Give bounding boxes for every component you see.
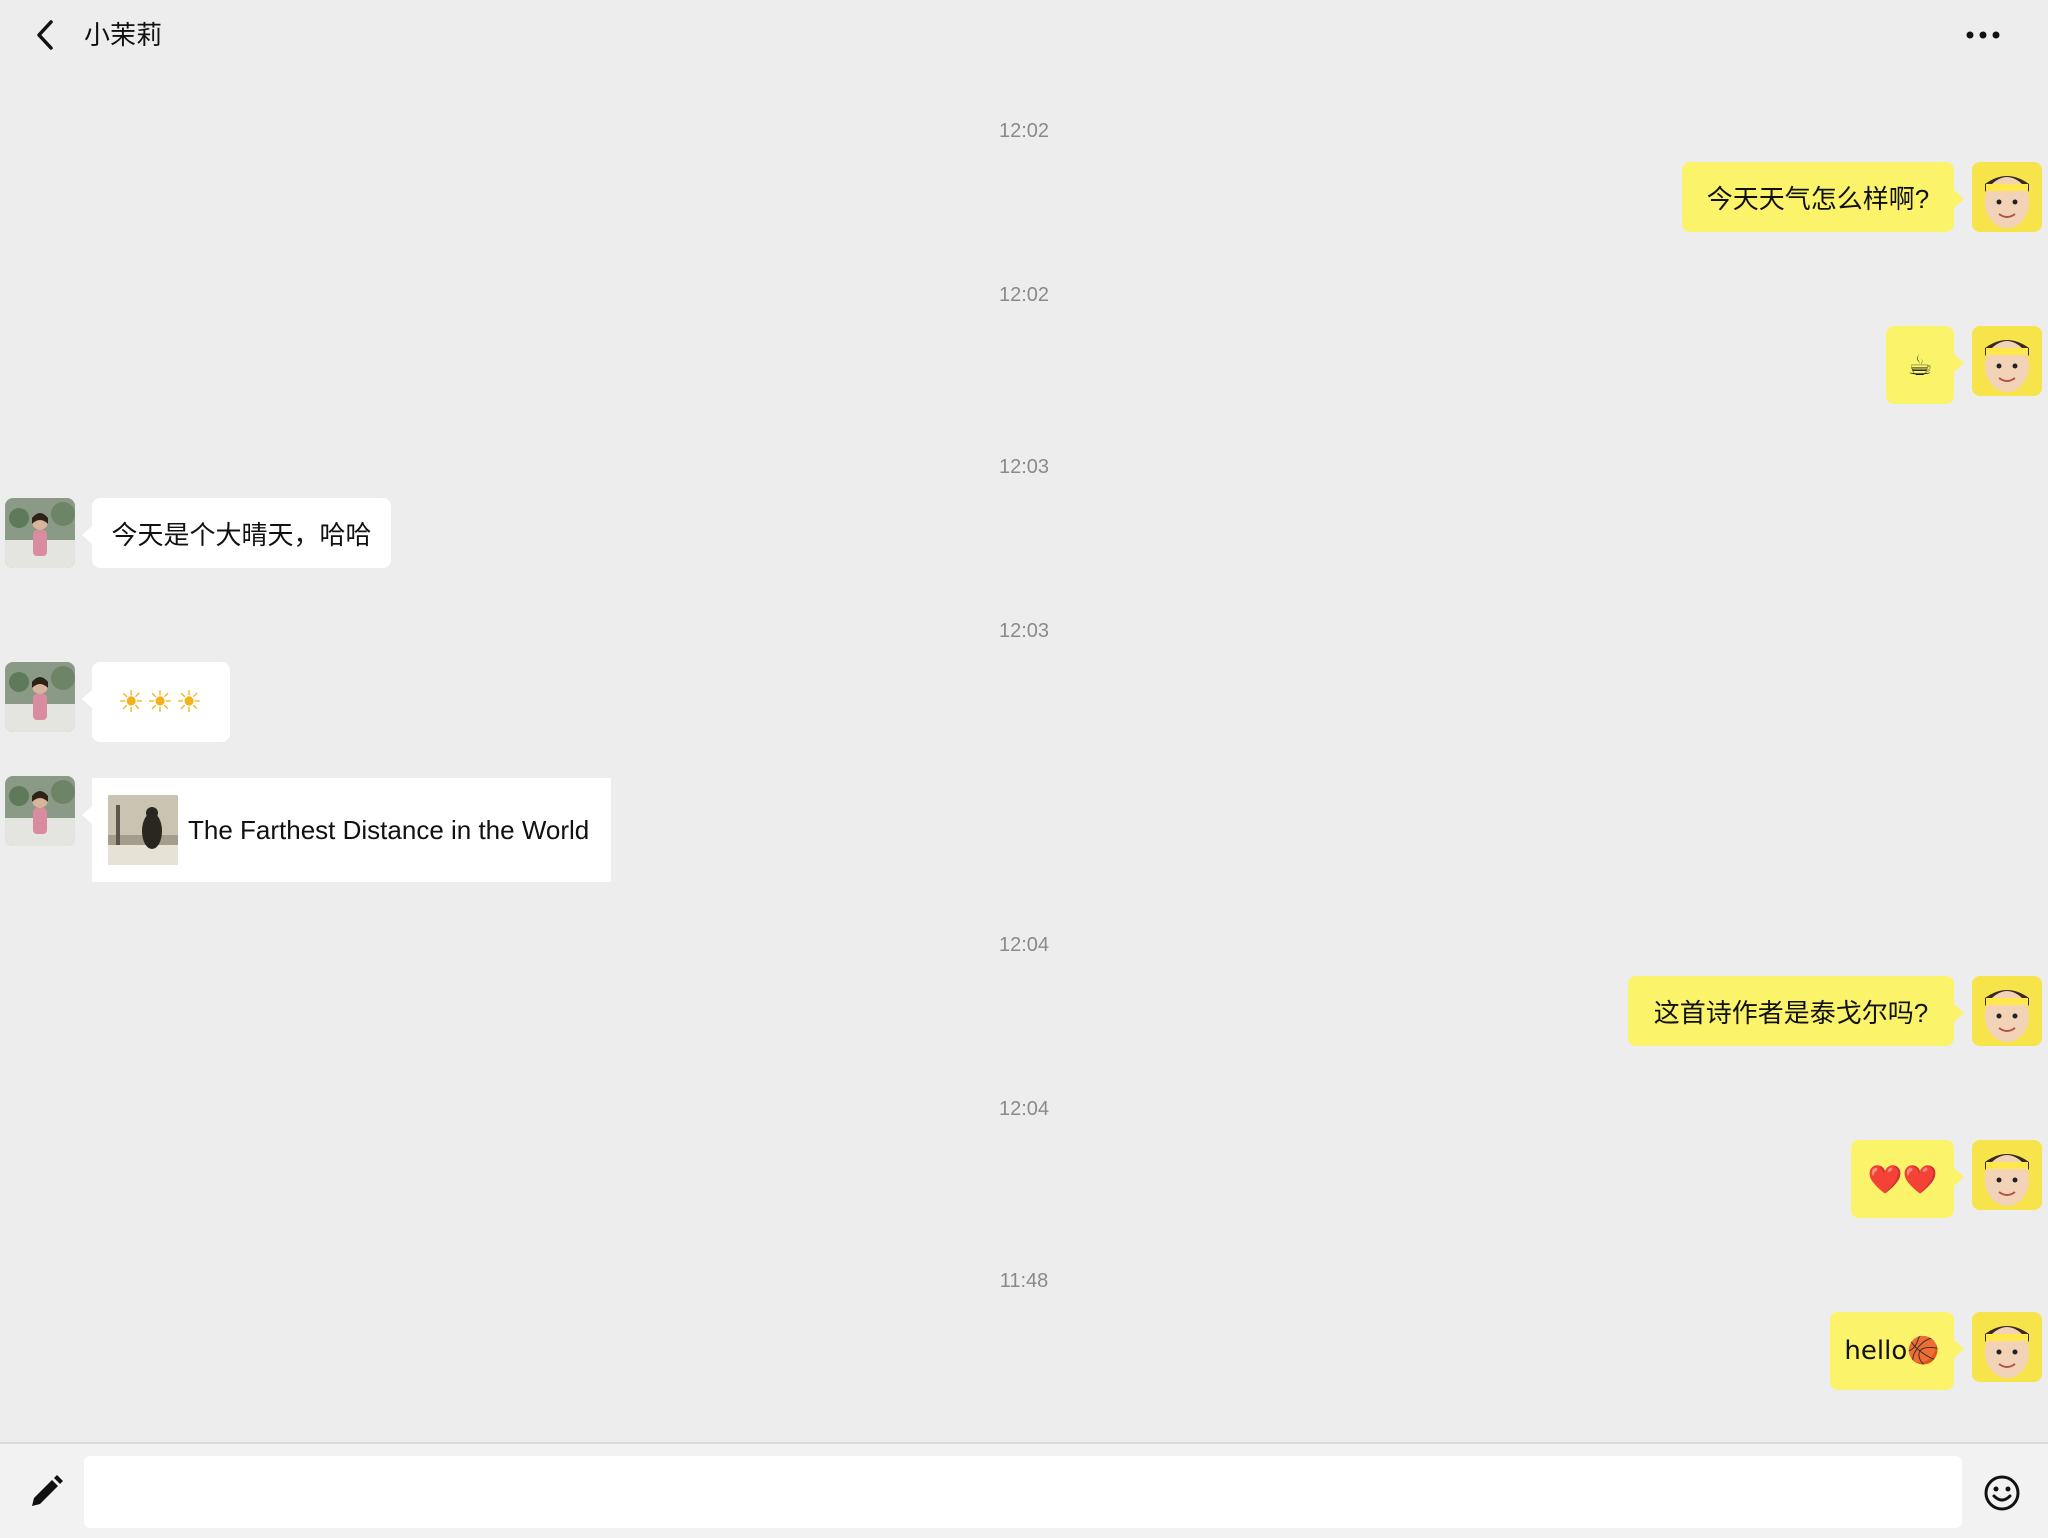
timestamp: 12:02 <box>998 120 1050 142</box>
message-bubble-sent[interactable]: ❤️❤️ <box>1851 1140 1964 1218</box>
chat-header: 小茉莉 <box>0 0 2048 70</box>
message-bubble-received[interactable]: ☀☀☀ <box>82 662 230 742</box>
timestamp: 12:03 <box>998 620 1050 642</box>
avatar-image <box>5 498 75 568</box>
contact-avatar[interactable] <box>5 776 75 846</box>
avatar-image <box>1972 162 2042 232</box>
my-avatar[interactable] <box>1972 1140 2042 1210</box>
avatar-image <box>5 776 75 846</box>
timestamp: 12:02 <box>998 284 1050 306</box>
message-list[interactable]: 12:02 今天天气怎么样啊? 12:02 ☕ 12:03 今天是个大晴天，哈哈… <box>0 70 2048 1442</box>
pencil-icon <box>32 1475 63 1506</box>
avatar-image <box>1972 1312 2042 1382</box>
timestamp: 12:04 <box>998 1098 1050 1120</box>
contact-avatar[interactable] <box>5 498 75 568</box>
more-dots-icon <box>1966 31 2000 39</box>
timestamp: 12:04 <box>998 934 1050 956</box>
my-avatar[interactable] <box>1972 326 2042 396</box>
message-bubble-sent[interactable]: 今天天气怎么样啊? <box>1682 162 1964 232</box>
timestamp: 11:48 <box>999 1270 1049 1292</box>
timestamp: 12:03 <box>998 456 1050 478</box>
message-bubble-sent[interactable]: hello🏀 <box>1830 1312 1964 1390</box>
message-text: 今天是个大晴天，哈哈 <box>111 519 372 550</box>
link-card-thumbnail <box>108 795 178 865</box>
link-card-title: The Farthest Distance in the World <box>188 814 590 845</box>
message-input[interactable] <box>84 1456 1962 1528</box>
smiley-icon <box>1984 1475 2020 1511</box>
back-button[interactable] <box>24 14 66 56</box>
message-text: hello🏀 <box>1844 1336 1940 1366</box>
message-text: 今天天气怎么样啊? <box>1706 183 1930 214</box>
avatar-image <box>1972 976 2042 1046</box>
message-bubble-sent[interactable]: 这首诗作者是泰戈尔吗? <box>1628 976 1964 1046</box>
my-avatar[interactable] <box>1972 1312 2042 1382</box>
my-avatar[interactable] <box>1972 162 2042 232</box>
message-emoji: ☕ <box>1907 348 1933 382</box>
message-bubble-received[interactable]: 今天是个大晴天，哈哈 <box>82 498 391 568</box>
avatar-image <box>1972 326 2042 396</box>
chat-title: 小茉莉 <box>84 20 163 50</box>
emoji-button[interactable] <box>1981 1472 2023 1514</box>
message-bubble-sent[interactable]: ☕ <box>1886 326 1964 404</box>
avatar-image <box>1972 1140 2042 1210</box>
link-card[interactable]: The Farthest Distance in the World <box>82 778 611 882</box>
message-emoji: ❤️❤️ <box>1867 1162 1938 1196</box>
more-options-button[interactable] <box>1958 14 2008 56</box>
chevron-left-icon <box>37 20 53 50</box>
my-avatar[interactable] <box>1972 976 2042 1046</box>
message-emoji: ☀☀☀ <box>117 684 205 720</box>
contact-avatar[interactable] <box>5 662 75 732</box>
message-text: 这首诗作者是泰戈尔吗? <box>1653 997 1929 1028</box>
edit-button[interactable] <box>24 1472 66 1514</box>
avatar-image <box>5 662 75 732</box>
composer-bar <box>0 1442 2048 1538</box>
